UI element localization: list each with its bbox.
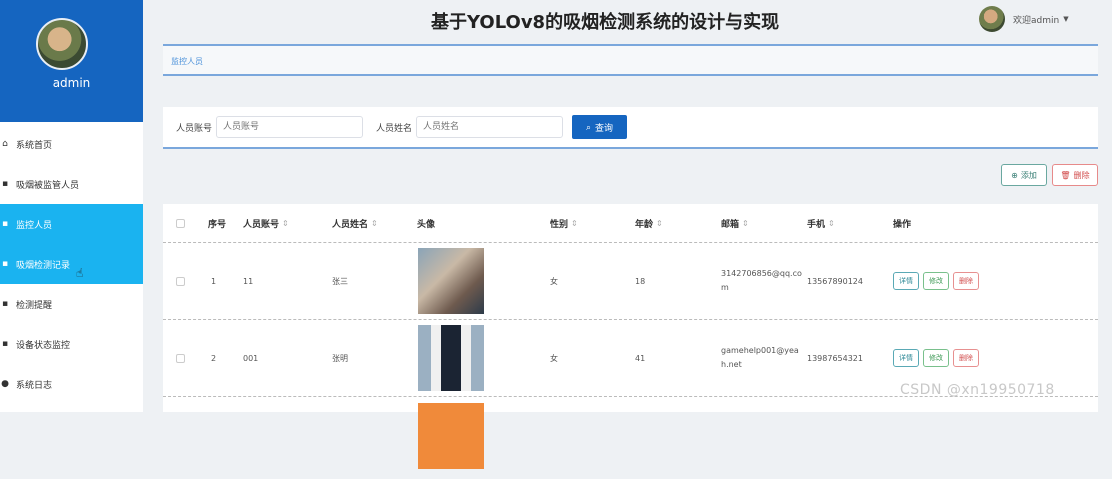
- grid-icon: ▪: [1, 219, 9, 229]
- row-account: 001: [243, 353, 259, 363]
- user-icon: ●: [1, 379, 9, 389]
- user-greeting[interactable]: 欢迎admin: [1013, 13, 1059, 26]
- row-checkbox[interactable]: [176, 353, 185, 363]
- grid-icon: ▪: [1, 339, 9, 349]
- row-index: 2: [211, 353, 217, 363]
- sidebar-item-label: 系统日志: [16, 380, 53, 391]
- detail-button[interactable]: 详情: [893, 349, 919, 367]
- staff-photo[interactable]: [418, 248, 484, 314]
- sort-icon[interactable]: ⇕: [828, 219, 835, 228]
- column-header-index: 序号: [208, 219, 227, 230]
- search-button[interactable]: ⌕ 查询: [572, 115, 628, 139]
- profile-panel: admin: [0, 0, 143, 122]
- sidebar-item-label: 设备状态监控: [16, 340, 71, 351]
- row-name: 张三: [332, 276, 348, 286]
- delete-button-label: 删除: [1073, 170, 1090, 180]
- edit-button[interactable]: 修改: [923, 349, 949, 367]
- column-header-phone[interactable]: 手机: [807, 217, 825, 230]
- column-header-age[interactable]: 年龄: [635, 217, 653, 230]
- sidebar-item-smoking-records[interactable]: ▪ 吸烟检测记录 ☝: [0, 244, 143, 284]
- user-menu[interactable]: 欢迎admin ▼: [979, 6, 1069, 32]
- select-all-checkbox[interactable]: [176, 218, 185, 228]
- sidebar-menu: ⌂ 系统首页 ▪ 吸烟被监管人员 ▪ 监控人员 ▪ 吸烟检测记录 ☝ ▪ 检测提…: [0, 124, 143, 404]
- sort-icon[interactable]: ⇕: [571, 219, 578, 228]
- add-button-label: 添加: [1020, 170, 1037, 180]
- row-email: gamehelp001@yeah.net: [721, 346, 799, 369]
- table-row: [163, 397, 1098, 473]
- page-title: 基于YOLOv8的吸烟检测系统的设计与实现: [431, 12, 780, 33]
- home-icon: ⌂: [2, 139, 8, 149]
- name-label: 人员姓名: [376, 123, 413, 134]
- row-account: 11: [243, 276, 254, 286]
- grid-icon: ▪: [1, 179, 9, 189]
- watermark: CSDN @xn19950718: [900, 382, 1055, 398]
- row-phone: 13567890124: [807, 276, 863, 286]
- column-header-email[interactable]: 邮箱: [721, 217, 739, 230]
- staff-photo[interactable]: [418, 403, 484, 469]
- sidebar-item-monitor-staff[interactable]: ▪ 监控人员: [0, 204, 143, 244]
- column-header-actions: 操作: [893, 219, 912, 230]
- row-age: 41: [635, 353, 646, 363]
- chevron-down-icon[interactable]: ▼: [1063, 15, 1068, 23]
- sidebar-item-device-status[interactable]: ▪ 设备状态监控: [0, 324, 143, 364]
- column-header-gender[interactable]: 性别: [550, 217, 568, 230]
- edit-button[interactable]: 修改: [923, 272, 949, 290]
- detail-button[interactable]: 详情: [893, 272, 919, 290]
- sidebar-item-detection-alerts[interactable]: ▪ 检测提醒: [0, 284, 143, 324]
- grid-icon: ▪: [1, 299, 9, 309]
- sidebar-item-label: 吸烟被监管人员: [16, 180, 80, 191]
- search-icon: ⌕: [586, 121, 592, 132]
- sidebar-item-label: 检测提醒: [16, 300, 53, 311]
- row-gender: 女: [550, 353, 558, 363]
- sidebar-item-label: 系统首页: [16, 140, 53, 151]
- column-header-account[interactable]: 人员账号: [243, 217, 279, 230]
- add-button[interactable]: ⊕ 添加: [1001, 164, 1047, 186]
- account-label: 人员账号: [176, 123, 213, 134]
- row-gender: 女: [550, 276, 558, 286]
- sort-icon[interactable]: ⇕: [656, 219, 663, 228]
- row-name: 张明: [332, 353, 348, 363]
- row-delete-button[interactable]: 删除: [953, 349, 979, 367]
- sidebar-item-monitored-smokers[interactable]: ▪ 吸烟被监管人员: [0, 164, 143, 204]
- avatar[interactable]: [36, 18, 88, 70]
- mouse-cursor-icon: ☝: [76, 266, 84, 280]
- column-header-name[interactable]: 人员姓名: [332, 217, 368, 230]
- row-index: 1: [211, 276, 217, 286]
- row-email: 3142706856@qq.com: [721, 269, 802, 292]
- main-content: 基于YOLOv8的吸烟检测系统的设计与实现 欢迎admin ▼ 监控人员 人员账…: [143, 0, 1112, 469]
- row-delete-button[interactable]: 删除: [953, 272, 979, 290]
- trash-icon: 🗑: [1060, 170, 1071, 180]
- sort-icon[interactable]: ⇕: [742, 219, 749, 228]
- sidebar-item-home[interactable]: ⌂ 系统首页: [0, 124, 143, 164]
- row-age: 18: [635, 276, 646, 286]
- grid-icon: ▪: [1, 259, 9, 269]
- staff-table: 序号 人员账号 ⇕ 人员姓名 ⇕ 头像 性别 ⇕ 年龄 ⇕ 邮箱 ⇕ 手机 ⇕ 操作 1 1…: [163, 204, 1098, 469]
- avatar[interactable]: [979, 6, 1005, 32]
- sidebar-item-label: 监控人员: [16, 220, 53, 231]
- search-panel: 人员账号 人员姓名 ⌕ 查询: [163, 107, 1098, 149]
- sort-icon[interactable]: ⇕: [282, 219, 289, 228]
- search-button-label: 查询: [595, 122, 614, 133]
- profile-username: admin: [52, 76, 91, 90]
- account-search-input[interactable]: [216, 116, 364, 138]
- table-header: 序号 人员账号 ⇕ 人员姓名 ⇕ 头像 性别 ⇕ 年龄 ⇕ 邮箱 ⇕ 手机 ⇕ 操作: [163, 204, 1098, 243]
- sidebar: admin ⌂ 系统首页 ▪ 吸烟被监管人员 ▪ 监控人员 ▪ 吸烟检测记录 ☝…: [0, 0, 143, 412]
- sort-icon[interactable]: ⇕: [371, 219, 378, 228]
- sidebar-item-system-log[interactable]: ● 系统日志: [0, 364, 143, 404]
- staff-photo[interactable]: [418, 325, 484, 391]
- breadcrumb: 监控人员: [163, 44, 1098, 76]
- sidebar-item-label: 吸烟检测记录: [16, 260, 71, 271]
- row-checkbox[interactable]: [176, 276, 185, 286]
- plus-circle-icon: ⊕: [1011, 170, 1018, 180]
- table-row: 1 11 张三 女 18 3142706856@qq.com 135678901…: [163, 243, 1098, 320]
- delete-button[interactable]: 🗑 删除: [1052, 164, 1098, 186]
- name-search-input[interactable]: [416, 116, 564, 138]
- column-header-avatar: 头像: [417, 219, 436, 230]
- row-phone: 13987654321: [807, 353, 863, 363]
- breadcrumb-current[interactable]: 监控人员: [171, 57, 203, 66]
